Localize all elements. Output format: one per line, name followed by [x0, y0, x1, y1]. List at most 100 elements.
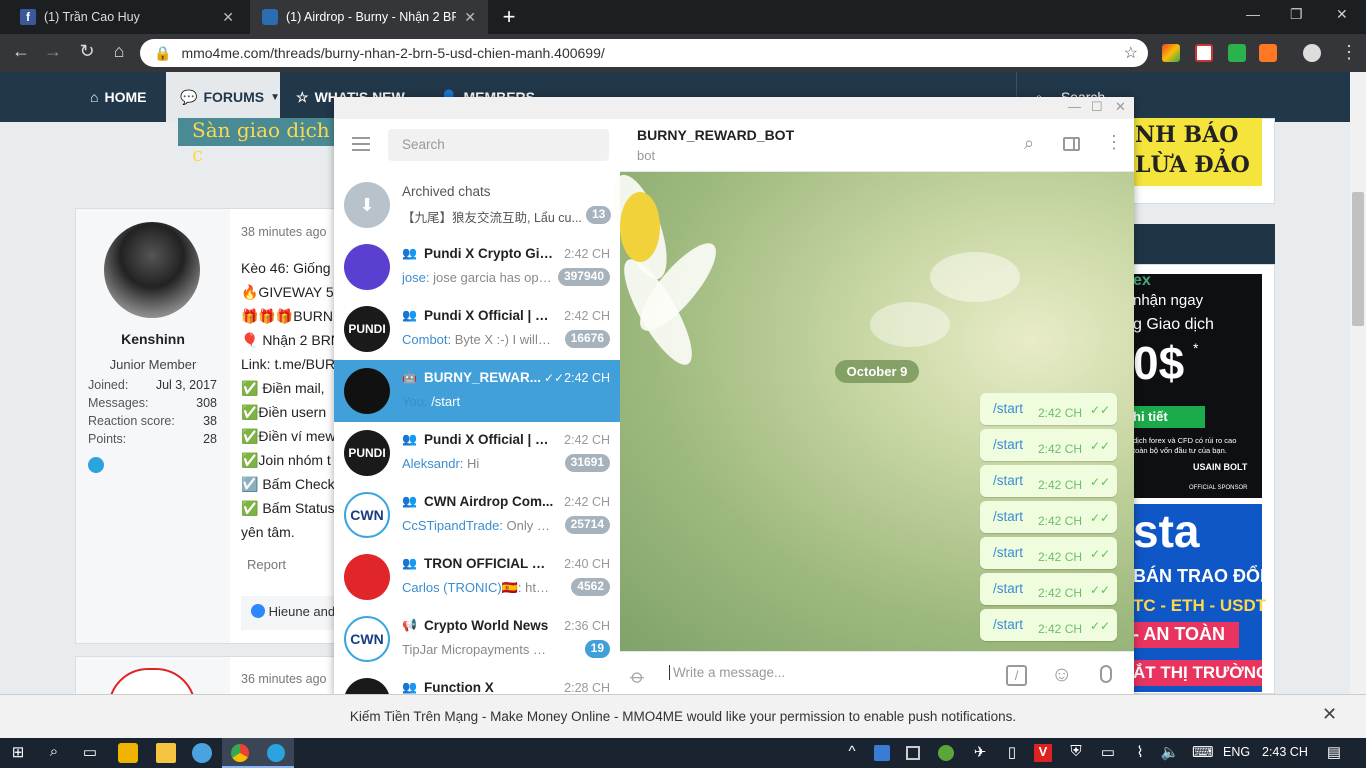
back-icon[interactable]: ←	[10, 41, 32, 62]
outgoing-message[interactable]: /start 2:42 CH ✓✓	[980, 573, 1117, 605]
outgoing-message[interactable]: /start 2:42 CH ✓✓	[980, 609, 1117, 641]
battery-icon[interactable]: ▭	[1098, 743, 1118, 763]
report-link[interactable]: Report	[247, 557, 286, 572]
home-icon[interactable]: ⌂	[108, 41, 130, 62]
usb-icon[interactable]: ▯	[1002, 743, 1022, 763]
outgoing-message[interactable]: /start 2:42 CH ✓✓	[980, 465, 1117, 497]
shield-icon[interactable]: ⛨	[1066, 743, 1086, 763]
minimize-window-icon[interactable]: —	[1246, 6, 1260, 22]
preview-text: Byte X :-) I will n...	[454, 332, 552, 347]
tray-app-icon[interactable]: ✈	[970, 743, 990, 763]
chat-search-input[interactable]: Search	[388, 129, 609, 161]
keyboard-icon[interactable]: ⌨	[1192, 743, 1214, 763]
chevron-up-icon[interactable]: ^	[842, 743, 862, 763]
telegram-taskbar-item[interactable]	[258, 738, 294, 768]
system-clock[interactable]: 2:43 CH	[1262, 745, 1308, 759]
message-text[interactable]: /start	[993, 545, 1023, 560]
minimize-window-icon[interactable]: —	[1068, 99, 1081, 114]
windows-start-icon[interactable]: ⊞	[8, 743, 28, 763]
forward-icon[interactable]: →	[42, 41, 64, 62]
language-indicator[interactable]: ENG	[1223, 745, 1250, 759]
attach-paperclip-icon[interactable]: ⌀	[625, 663, 651, 689]
post-time[interactable]: 38 minutes ago	[241, 225, 326, 239]
extension-icon[interactable]	[1195, 44, 1213, 62]
close-window-icon[interactable]: ✕	[1115, 99, 1126, 115]
emoji-icon[interactable]: ☺	[1051, 663, 1072, 687]
hamburger-menu-icon[interactable]	[352, 137, 370, 151]
archived-chats-item[interactable]: ⬇ Archived chats 【九尾】狼友交流互助, Lẩu cu... 1…	[334, 174, 620, 236]
chat-list-item[interactable]: CWN 👥 CWN Airdrop Com... 2:42 CH CcSTipa…	[334, 484, 620, 546]
chrome-taskbar-item[interactable]	[222, 738, 258, 768]
ad-button[interactable]: hi tiết	[1133, 406, 1205, 428]
task-view-icon[interactable]: ▭	[80, 743, 100, 763]
bookmark-star-icon[interactable]: ☆	[1124, 43, 1138, 63]
search-icon[interactable]: ⌕	[1024, 133, 1034, 154]
close-tab-icon[interactable]: ✕	[464, 9, 476, 26]
bot-commands-icon[interactable]: /	[1006, 665, 1027, 686]
reload-icon[interactable]: ↻	[76, 41, 98, 62]
nav-forums[interactable]: 💬 FORUMS ▼	[166, 72, 280, 122]
message-text[interactable]: /start	[993, 581, 1023, 596]
post-time[interactable]: 36 minutes ago	[241, 672, 326, 686]
tray-app-icon[interactable]	[906, 746, 920, 760]
browser-tab-facebook[interactable]: f (1) Trần Cao Huy ✕	[8, 0, 246, 34]
outgoing-message[interactable]: /start 2:42 CH ✓✓	[980, 393, 1117, 425]
chat-list-item[interactable]: CWN 📢 Crypto World News 2:36 CH TipJar M…	[334, 608, 620, 670]
post-username[interactable]: Kenshinn	[76, 331, 230, 347]
url-text: mmo4me.com/threads/burny-nhan-2-brn-5-us…	[181, 45, 605, 61]
chat-list-item[interactable]: PUNDI 👥 Pundi X Official | En... 2:42 CH…	[334, 422, 620, 484]
app-icon[interactable]	[192, 743, 212, 763]
action-center-icon[interactable]: ▤	[1324, 743, 1344, 763]
extension-icon[interactable]	[1162, 44, 1180, 62]
nav-home[interactable]: ⌂ HOME	[90, 72, 146, 122]
message-input[interactable]: Write a message...	[669, 665, 989, 680]
message-text[interactable]: /start	[993, 437, 1023, 452]
chrome-menu-icon[interactable]: ⋮	[1340, 42, 1358, 63]
avatar[interactable]	[104, 222, 200, 318]
close-window-icon[interactable]: ✕	[1336, 6, 1348, 23]
page-scrollbar[interactable]	[1350, 72, 1366, 694]
antivirus-icon[interactable]: V	[1034, 744, 1052, 762]
file-explorer-icon[interactable]	[156, 743, 176, 763]
message-text[interactable]: /start	[993, 617, 1023, 632]
browser-tab-airdrop[interactable]: (1) Airdrop - Burny - Nhận 2 BRN ✕	[250, 0, 488, 34]
network-icon[interactable]: ⌇	[1130, 743, 1150, 763]
extension-icon[interactable]	[1259, 44, 1277, 62]
search-icon[interactable]: ⌕	[44, 743, 64, 763]
outgoing-message[interactable]: /start 2:42 CH ✓✓	[980, 537, 1117, 569]
outgoing-message[interactable]: /start 2:42 CH ✓✓	[980, 501, 1117, 533]
chat-list-item[interactable]: 👥 Pundi X Crypto Gift ... 2:42 CH jose: …	[334, 236, 620, 298]
group-type-icon: 👥	[402, 680, 417, 694]
new-tab-button[interactable]: +	[498, 4, 520, 30]
message-text[interactable]: /start	[993, 401, 1023, 416]
chat-title[interactable]: BURNY_REWARD_BOT	[637, 127, 794, 143]
close-icon[interactable]: ✕	[1322, 704, 1337, 725]
exchange-ad[interactable]: sta BÁN TRAO ĐỔI TC - ETH - USDT - AN TO…	[1133, 504, 1269, 692]
chat-list-item[interactable]: 👥 TRON OFFICIAL MAI... 2:40 CH Carlos (T…	[334, 546, 620, 608]
ad-text: g Giao dịch	[1133, 316, 1214, 333]
scrollbar-thumb[interactable]	[1352, 192, 1364, 326]
tray-app-icon[interactable]	[938, 745, 954, 761]
scam-warning-banner[interactable]: NH BÁO LỪA ĐẢO	[1133, 118, 1262, 186]
chat-list-item[interactable]: 🤖 BURNY_REWAR... 2:42 CH You: /start ✓✓	[334, 360, 620, 422]
outgoing-message[interactable]: /start 2:42 CH ✓✓	[980, 429, 1117, 461]
profile-avatar-icon[interactable]	[1303, 44, 1321, 62]
reactions-bar[interactable]: Hieune and	[241, 596, 334, 630]
close-tab-icon[interactable]: ✕	[222, 9, 234, 26]
app-icon[interactable]	[118, 743, 138, 763]
microphone-icon[interactable]	[1100, 665, 1112, 683]
more-options-icon[interactable]: ⋮	[1105, 132, 1123, 153]
chat-list-item[interactable]: PUNDI 👥 Pundi X Official | N... 2:42 CH …	[334, 298, 620, 360]
address-bar[interactable]: 🔒 mmo4me.com/threads/burny-nhan-2-brn-5-…	[140, 39, 1148, 67]
top-banner-ad[interactable]: Sàn giao dịch c	[178, 118, 338, 166]
sidebar-toggle-icon[interactable]	[1063, 137, 1080, 151]
tray-app-icon[interactable]	[874, 745, 890, 761]
forex-ad[interactable]: ex nhận ngay g Giao dịch 0$ * hi tiết dị…	[1133, 272, 1262, 498]
message-text[interactable]: /start	[993, 473, 1023, 488]
telegram-icon[interactable]	[88, 457, 104, 473]
restore-window-icon[interactable]: ❐	[1290, 6, 1303, 23]
volume-icon[interactable]: 🔈	[1160, 743, 1180, 763]
message-text[interactable]: /start	[993, 509, 1023, 524]
extension-icon[interactable]	[1228, 44, 1246, 62]
maximize-window-icon[interactable]: ☐	[1091, 99, 1103, 115]
